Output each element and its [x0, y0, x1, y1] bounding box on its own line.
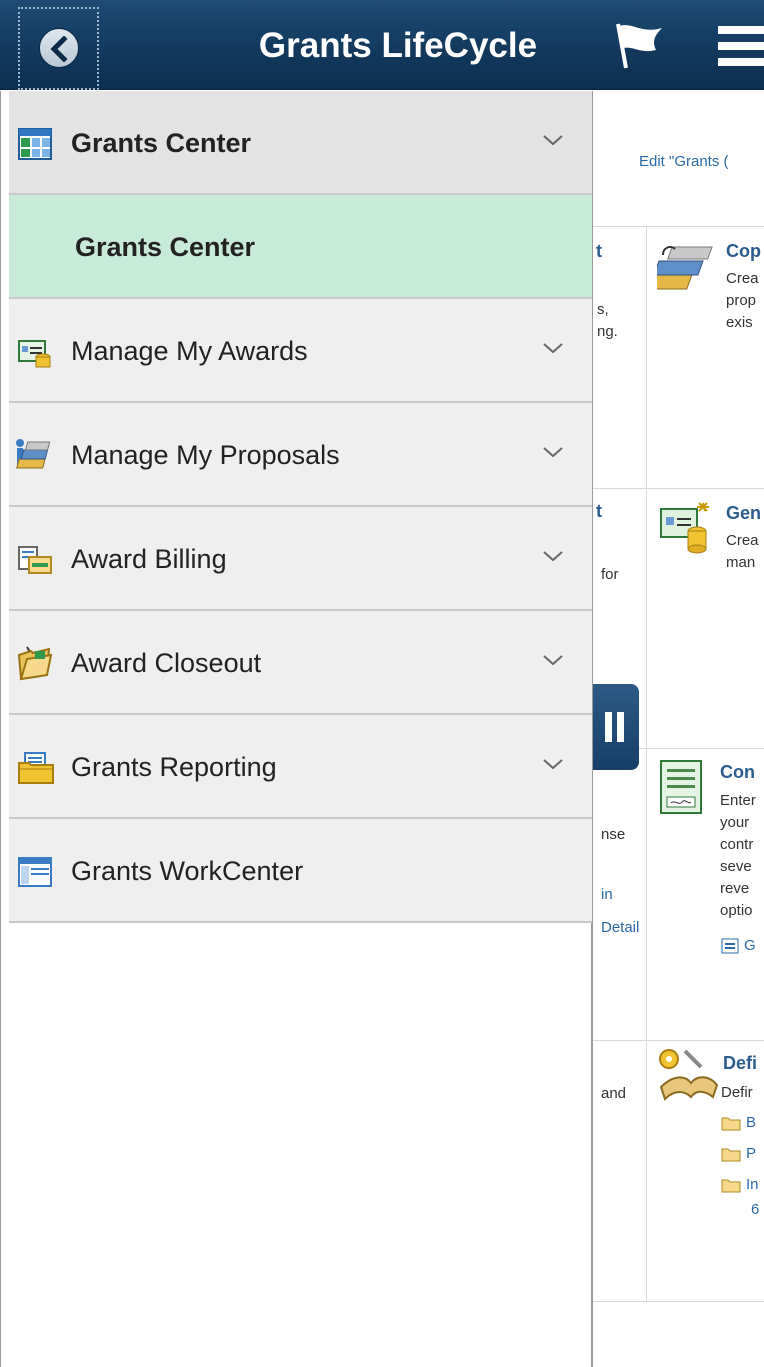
nav-item-manage-my-proposals[interactable]: Manage My Proposals [9, 403, 592, 507]
chevron-down-icon[interactable] [542, 757, 564, 771]
nav-item-award-billing[interactable]: Award Billing [9, 507, 592, 611]
tile-title[interactable]: Gen [726, 503, 761, 524]
tile-title[interactable]: t [596, 241, 602, 262]
tile-text: your [720, 814, 750, 831]
pause-icon [617, 712, 624, 742]
flag-icon [616, 23, 662, 69]
folder-icon [721, 1179, 741, 1193]
app-header: Grants LifeCycle [0, 0, 764, 90]
nav-item-label: Grants Center [75, 232, 256, 262]
hamburger-icon [718, 26, 764, 66]
proposal-books-icon [16, 439, 51, 469]
chevron-down-icon[interactable] [542, 653, 564, 667]
tile-link[interactable]: B [746, 1112, 756, 1134]
tile-text: Defir [721, 1084, 753, 1101]
tile-link[interactable]: in [601, 884, 613, 906]
nav-item-grants-reporting[interactable]: Grants Reporting [9, 715, 592, 819]
setup-book-icon [659, 1049, 719, 1101]
chevron-down-icon[interactable] [542, 445, 564, 459]
page-title: Grants LifeCycle [258, 26, 538, 65]
divider [593, 1301, 764, 1302]
side-navigation: Grants Center Grants Center Manage My Aw… [0, 91, 593, 1367]
pause-button[interactable] [593, 684, 639, 770]
tile-text: Crea [726, 270, 759, 287]
nav-item-label: Award Billing [71, 544, 227, 574]
nav-item-award-closeout[interactable]: Award Closeout [9, 611, 592, 715]
divider [593, 226, 764, 227]
flag-button[interactable] [612, 20, 668, 72]
grid-report-icon [18, 128, 52, 160]
tile-title[interactable]: Cop [726, 241, 761, 262]
divider [593, 488, 764, 489]
tile-text: seve [720, 858, 752, 875]
folder-icon [721, 1117, 741, 1131]
chevron-down-icon[interactable] [542, 549, 564, 563]
nav-item-label: Grants Reporting [71, 752, 277, 782]
chevron-down-icon[interactable] [542, 341, 564, 355]
nav-item-manage-my-awards[interactable]: Manage My Awards [9, 299, 592, 403]
tile-text: Enter [720, 792, 756, 809]
back-button[interactable] [18, 7, 99, 90]
divider [646, 227, 647, 1302]
nav-item-label: Grants Center [71, 128, 252, 158]
nav-subitem-grants-center[interactable]: Grants Center [9, 195, 592, 299]
tile-text: and [601, 1085, 627, 1102]
tile-text: optio [720, 902, 753, 919]
tile-title[interactable]: Defi [723, 1053, 757, 1074]
edit-page-link[interactable]: Edit "Grants ( [639, 153, 729, 170]
nav-item-label: Manage My Awards [71, 336, 308, 366]
tile-text: prop [726, 292, 757, 309]
award-card-icon [18, 340, 51, 368]
tile-text: ng. [597, 323, 618, 340]
tile-link[interactable]: G [744, 935, 756, 957]
contract-document-icon [660, 760, 702, 814]
report-folder-icon [18, 752, 54, 784]
tile-text: Crea [726, 532, 759, 549]
nav-item-label: Award Closeout [71, 648, 262, 678]
nav-item-label: Manage My Proposals [71, 440, 340, 470]
tile-text: man [726, 554, 756, 571]
nav-item-label: Grants WorkCenter [71, 856, 304, 886]
tile-link[interactable]: Detail [601, 917, 639, 939]
tile-text: exis [726, 314, 753, 331]
nav-item-grants-center[interactable]: Grants Center [9, 91, 592, 195]
generate-awards-icon [660, 502, 709, 554]
tile-title[interactable]: Con [720, 762, 755, 783]
tile-link[interactable]: 6 [751, 1199, 759, 1221]
list-icon [721, 938, 739, 954]
pause-icon [605, 712, 612, 742]
folder-open-icon [17, 646, 53, 681]
divider [593, 1040, 764, 1041]
tile-text: reve [720, 880, 750, 897]
tile-text: nse [601, 826, 626, 843]
tile-text: for [601, 566, 619, 583]
tile-link[interactable]: P [746, 1143, 756, 1165]
copy-proposal-icon [657, 246, 713, 290]
menu-button[interactable] [710, 20, 764, 72]
tile-text: contr [720, 836, 754, 853]
folder-icon [721, 1148, 741, 1162]
chevron-left-icon [39, 28, 79, 68]
tile-link[interactable]: In [746, 1174, 759, 1196]
billing-icon [18, 546, 52, 574]
nav-item-grants-workcenter[interactable]: Grants WorkCenter [9, 819, 592, 923]
tile-title[interactable]: t [596, 501, 602, 522]
tile-text: s, [597, 301, 609, 318]
workcenter-window-icon [18, 857, 52, 887]
chevron-down-icon[interactable] [542, 133, 564, 147]
